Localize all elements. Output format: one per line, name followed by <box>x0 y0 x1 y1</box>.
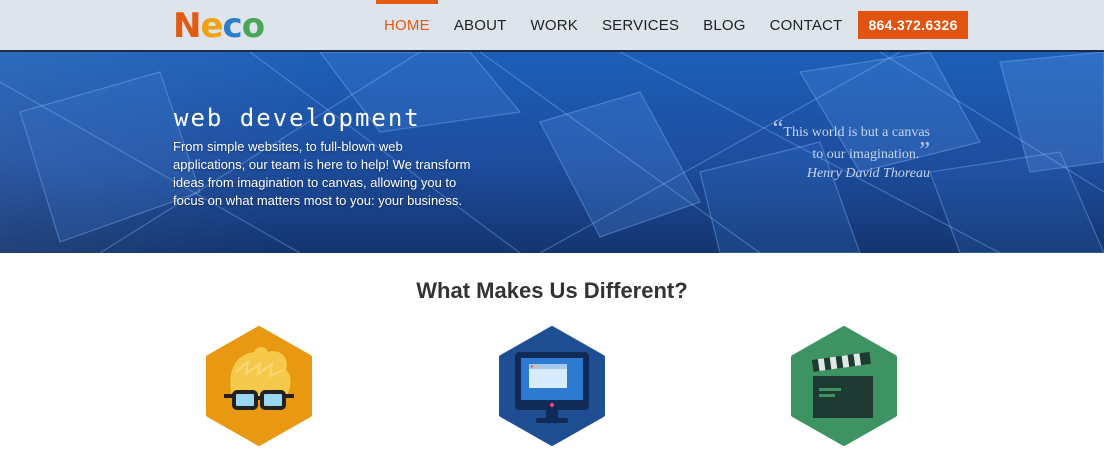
quote-line-2: to our imagination.” <box>773 139 930 164</box>
quote-author: Henry David Thoreau <box>806 166 930 181</box>
nav-blog[interactable]: BLOG <box>691 0 757 50</box>
phone-button[interactable]: 864.372.6326 <box>858 11 968 39</box>
hero-title: web development <box>174 104 421 132</box>
logo-letter-n: N <box>173 6 201 46</box>
hero-quote: “This world is but a canvas to our imagi… <box>773 117 930 183</box>
main-nav: HOME ABOUT WORK SERVICES BLOG CONTACT 86… <box>372 0 968 50</box>
quote-line-1: “This world is but a canvas <box>773 117 930 142</box>
quote-text-2: to our imagination. <box>812 147 920 162</box>
nerd-glasses-icon <box>206 326 312 446</box>
logo-letter-e: e <box>200 6 223 46</box>
site-header: Neco HOME ABOUT WORK SERVICES BLOG CONTA… <box>0 0 1104 52</box>
quote-text-1: This world is but a canvas <box>783 125 930 140</box>
logo[interactable]: Neco <box>173 6 265 46</box>
hero-background-shapes <box>0 52 1104 253</box>
nav-about[interactable]: ABOUT <box>442 0 519 50</box>
logo-letter-o: o <box>241 6 265 46</box>
hero-banner: web development From simple websites, to… <box>0 52 1104 253</box>
section-title: What Makes Us Different? <box>416 278 688 303</box>
quote-close-mark: ” <box>919 138 930 164</box>
nav-contact[interactable]: CONTACT <box>758 0 855 50</box>
nav-work[interactable]: WORK <box>519 0 590 50</box>
clapperboard-icon <box>791 326 897 446</box>
hero-description: From simple websites, to full-blown web … <box>173 139 471 208</box>
computer-monitor-icon <box>499 326 605 446</box>
nav-services[interactable]: SERVICES <box>590 0 691 50</box>
quote-open-mark: “ <box>772 116 784 142</box>
logo-letter-c: c <box>222 6 243 46</box>
nav-home[interactable]: HOME <box>372 0 442 50</box>
